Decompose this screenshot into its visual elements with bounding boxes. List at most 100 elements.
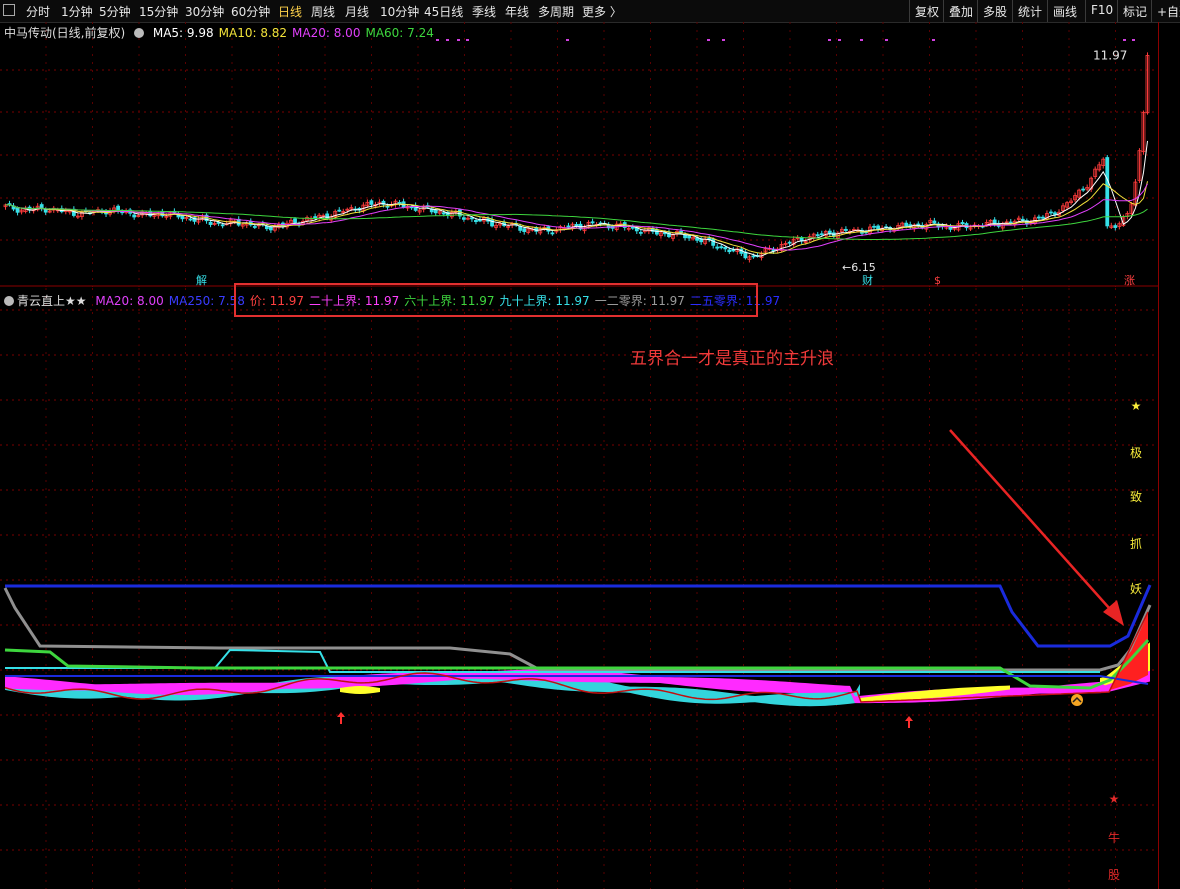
candle-body-80 [325, 213, 330, 220]
event-mark-6 [722, 39, 725, 41]
candle-body-276 [1113, 225, 1118, 228]
candle-body-77 [313, 216, 318, 219]
annotation-text: 五界合一才是真正的主升浪 [630, 349, 834, 369]
candle-body-116 [470, 217, 474, 220]
toolbar-button-1[interactable]: 叠加 [943, 0, 977, 22]
candle-body-238 [960, 222, 965, 225]
candle-body-162 [655, 229, 659, 235]
toolbar-button-4[interactable]: 画线 [1047, 0, 1085, 22]
event-mark-8 [838, 39, 841, 41]
tab-5[interactable]: 60分钟 [231, 3, 270, 20]
tab-4[interactable]: 30分钟 [185, 3, 224, 20]
up-arrow-1 [905, 716, 913, 728]
toolbar-button-3[interactable]: 统计 [1012, 0, 1047, 22]
candle-body-3 [15, 207, 20, 213]
kline-chart: 11.97 ←6.15 解 财 $ 涨 [0, 22, 1158, 287]
candle-body-202 [815, 234, 820, 237]
candle-body-217 [876, 225, 880, 230]
kline-legend-item-0: MA5: 9.98 [152, 26, 214, 40]
signal-circle [1071, 694, 1083, 706]
candle-body-146 [590, 221, 595, 224]
candle-body-180 [727, 249, 732, 253]
tab-9[interactable]: 10分钟 [380, 3, 419, 20]
candle-body-32 [132, 214, 137, 218]
slogan-top-char-3: 抓 [1129, 537, 1142, 551]
slogan-top-char-2: 致 [1129, 490, 1142, 504]
tab-6[interactable]: 日线 [278, 3, 302, 20]
candle-body-224 [904, 222, 909, 227]
candle-body-66 [268, 226, 273, 231]
window-menu-icon[interactable] [3, 4, 15, 16]
candle-body-177 [715, 246, 720, 249]
candle-body-178 [719, 246, 724, 249]
candle-body-44 [180, 215, 185, 220]
candle-body-62 [252, 226, 257, 228]
toolbar-button-0[interactable]: 复权 [909, 0, 943, 22]
tab-12[interactable]: 年线 [505, 3, 529, 20]
candle-body-114 [461, 217, 466, 220]
event-mark-13 [1132, 39, 1135, 41]
tab-14[interactable]: 更多 〉 [582, 3, 622, 20]
toolbar-button-6[interactable]: 标记 [1117, 0, 1151, 22]
event-mark-5 [707, 39, 710, 41]
candle-body-260 [1049, 211, 1053, 214]
candle-body-158 [638, 231, 643, 234]
tab-7[interactable]: 周线 [311, 3, 335, 20]
slogan-top-char-0: ★ [1130, 399, 1142, 413]
candle-body-156 [630, 226, 635, 229]
tab-13[interactable]: 多周期 [538, 3, 574, 20]
candle-body-195 [787, 241, 792, 244]
candle-body-140 [566, 225, 571, 228]
marker-jie: 解 [196, 273, 207, 287]
event-mark-4 [566, 39, 569, 41]
blue-line-250 [5, 584, 1152, 648]
tab-11[interactable]: 季线 [472, 3, 496, 20]
kline-legend-item-3: MA60: 7.24 [365, 26, 434, 40]
candle-body-181 [731, 249, 736, 252]
event-mark-9 [860, 39, 863, 41]
indicator-legend-item-0: MA20: 8.00 [95, 294, 164, 308]
slogan-top-char-4: 妖 [1129, 582, 1142, 596]
slogan-bottom-char-0: ★ [1108, 792, 1120, 806]
kline-panel: 11.97 ←6.15 解 财 $ 涨 [0, 22, 1158, 287]
ma-settings-icon[interactable] [134, 28, 145, 38]
tab-8[interactable]: 月线 [345, 3, 369, 20]
period-toolbar: 分时 1分钟 5分钟 15分钟 30分钟 60分钟 日线 周线 月线 10分钟 45日线 季线 年线 多周… [0, 0, 1180, 23]
event-mark-11 [932, 39, 935, 41]
candle-body-142 [574, 224, 579, 227]
candle-body-10 [43, 209, 48, 213]
indicator-settings-icon[interactable] [4, 296, 14, 306]
event-mark-1 [446, 39, 449, 41]
toolbar-button-5[interactable]: F10 [1085, 0, 1117, 22]
slogan-top-char-1: 极 [1129, 446, 1142, 460]
toolbar-button-7[interactable]: +自选 [1151, 0, 1180, 22]
kline-title: 中马传动(日线,前复权) [4, 26, 126, 40]
candle-body-83 [337, 209, 342, 212]
candle-body-179 [723, 247, 728, 250]
kline-legend: 中马传动(日线,前复权) MA5: 9.98 MA10: 8.82 MA20: 8.… [4, 24, 444, 41]
candle-body-268 [1081, 188, 1086, 191]
gray-line-120 [3, 587, 1152, 672]
slogan-bottom-char-2: 股 [1107, 868, 1120, 882]
candle-body-231 [932, 220, 937, 224]
candle-body-91 [369, 200, 374, 205]
kline-legend-item-1: MA10: 8.82 [218, 26, 288, 40]
candle-body-136 [550, 232, 555, 235]
highlight-box [234, 283, 758, 317]
candle-body-46 [188, 218, 193, 221]
tab-3[interactable]: 15分钟 [139, 3, 178, 20]
tab-1[interactable]: 1分钟 [61, 3, 93, 20]
toolbar-button-2[interactable]: 多股 [977, 0, 1012, 22]
candle-body-65 [264, 225, 269, 230]
event-mark-12 [1123, 39, 1126, 41]
candle-body-209 [844, 228, 848, 231]
candle-body-261 [1053, 212, 1057, 215]
indicator-title: 青云直上★★ [17, 294, 87, 308]
tab-0[interactable]: 分时 [26, 3, 50, 20]
candle-body-186 [751, 255, 756, 258]
tab-2[interactable]: 5分钟 [99, 3, 131, 20]
event-mark-7 [828, 39, 831, 41]
tab-10[interactable]: 45日线 [424, 3, 463, 20]
event-mark-2 [457, 39, 460, 41]
candle-body-121 [490, 219, 494, 227]
